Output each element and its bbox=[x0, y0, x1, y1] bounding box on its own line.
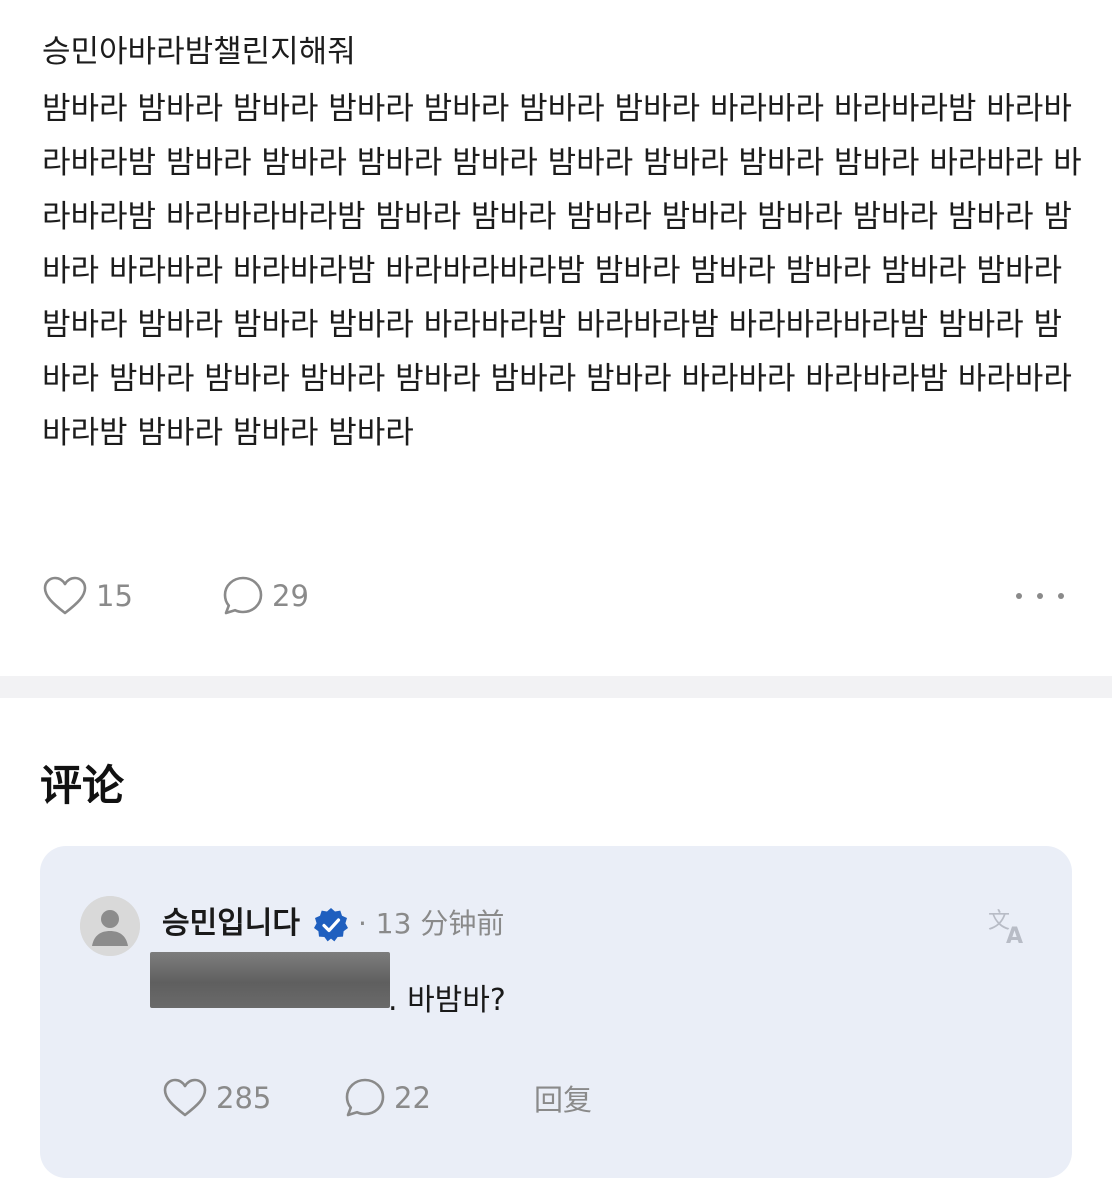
svg-text:A: A bbox=[1006, 924, 1023, 946]
comment-actions: 285 22 回复 bbox=[162, 1074, 762, 1122]
heart-icon bbox=[42, 576, 88, 616]
post-title: 승민아바라밤챌린지해줘 bbox=[42, 34, 356, 70]
comment-author-name[interactable]: 승민입니다 bbox=[162, 902, 300, 946]
default-avatar-icon bbox=[80, 896, 140, 956]
comment-reply-count: 22 bbox=[394, 1081, 431, 1115]
more-dot-icon bbox=[1016, 593, 1022, 599]
post: 승민아바라밤챌린지해줘 밤바라 밤바라 밤바라 밤바라 밤바라 밤바라 밤바라 … bbox=[0, 0, 1112, 676]
more-options-button[interactable] bbox=[1016, 580, 1064, 612]
comment-text: . 바밤바? bbox=[388, 983, 506, 1018]
comments-heading: 评论 bbox=[40, 761, 125, 810]
translate-icon[interactable]: 文 A bbox=[986, 906, 1030, 950]
heart-icon bbox=[162, 1078, 208, 1118]
post-comment-count: 29 bbox=[272, 579, 309, 613]
redacted-text-block bbox=[150, 952, 390, 1008]
post-body: 밤바라 밤바라 밤바라 밤바라 밤바라 밤바라 밤바라 바라바라 바라바라밤 바… bbox=[42, 91, 1082, 451]
more-dot-icon bbox=[1037, 593, 1043, 599]
more-dot-icon bbox=[1058, 593, 1064, 599]
comment-card: 승민입니다 · 13 分钟前 文 A . 바밤바? 285 22 回复 bbox=[40, 846, 1072, 1178]
post-actions: 15 29 bbox=[42, 572, 1072, 620]
comment-like-count: 285 bbox=[216, 1081, 272, 1115]
post-comment-button[interactable]: 29 bbox=[222, 572, 309, 620]
post-like-button[interactable]: 15 bbox=[42, 572, 133, 620]
comment-timestamp: · 13 分钟前 bbox=[358, 907, 505, 940]
comment-replies-button[interactable]: 22 bbox=[344, 1074, 431, 1122]
comment-bubble-icon bbox=[344, 1077, 386, 1119]
avatar[interactable] bbox=[80, 896, 140, 956]
comment-bubble-icon bbox=[222, 575, 264, 617]
verified-badge-icon bbox=[312, 906, 350, 948]
comment-like-button[interactable]: 285 bbox=[162, 1074, 271, 1122]
post-like-count: 15 bbox=[96, 579, 133, 613]
reply-button[interactable]: 回复 bbox=[534, 1074, 592, 1122]
section-divider bbox=[0, 676, 1112, 698]
